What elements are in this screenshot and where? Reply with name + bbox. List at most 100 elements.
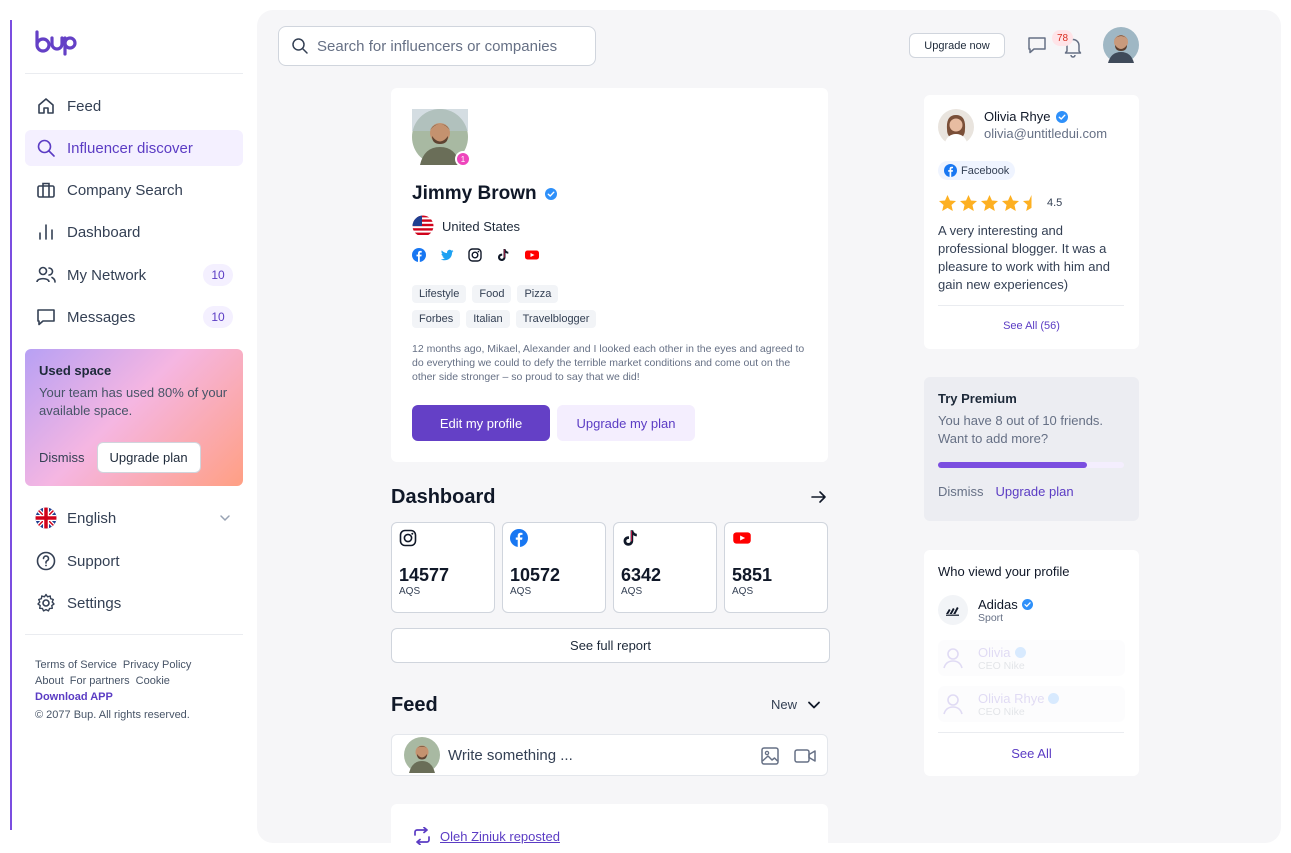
sidebar-item-label: Company Search xyxy=(67,181,183,199)
terms-link[interactable]: Terms of Service xyxy=(35,659,117,671)
sidebar-item-influencer-discover[interactable]: Influencer discover xyxy=(25,130,243,166)
arrow-right-icon[interactable] xyxy=(810,488,828,506)
repost-text: Oleh Ziniuk reposted xyxy=(440,828,560,844)
app-logo[interactable] xyxy=(35,30,79,56)
see-all-viewers-link[interactable]: See All xyxy=(924,746,1139,761)
rating-value: 4.5 xyxy=(1047,197,1063,209)
profile-name-text: Jimmy Brown xyxy=(412,183,537,204)
facebook-icon xyxy=(944,164,957,177)
cookie-link[interactable]: Cookie xyxy=(136,675,170,687)
repost-icon xyxy=(412,827,432,845)
reviewer-avatar[interactable] xyxy=(938,109,974,145)
chat-icon[interactable] xyxy=(1027,35,1047,55)
sidebar-item-label: Settings xyxy=(67,594,122,612)
stat-label: AQS xyxy=(621,586,643,597)
sidebar-accent-line xyxy=(10,20,12,830)
viewer-subtitle: Sport xyxy=(978,611,1004,624)
youtube-icon xyxy=(732,529,820,547)
verified-icon xyxy=(1021,598,1033,610)
twitter-icon[interactable] xyxy=(440,248,454,262)
avatar xyxy=(404,737,440,773)
stat-card-facebook[interactable]: 10572 AQS xyxy=(502,522,606,613)
upgrade-now-button[interactable]: Upgrade now xyxy=(909,33,1005,58)
messages-count-badge: 10 xyxy=(203,306,233,328)
edit-profile-button[interactable]: Edit my profile xyxy=(412,405,550,441)
profile-tag[interactable]: Forbes xyxy=(412,310,461,328)
social-links xyxy=(412,248,540,262)
try-premium-card: Try Premium You have 8 out of 10 friends… xyxy=(924,377,1139,521)
download-app-link[interactable]: Download APP xyxy=(35,691,113,703)
sidebar-item-support[interactable]: Support xyxy=(25,543,243,579)
gear-icon xyxy=(35,592,57,614)
profile-description: 12 months ago, Mikael, Alexander and I l… xyxy=(412,343,805,383)
stat-label: AQS xyxy=(510,586,532,597)
avatar-notification-badge: 1 xyxy=(455,151,471,167)
star-icon xyxy=(1001,194,1020,212)
about-link[interactable]: About xyxy=(35,675,64,687)
image-icon[interactable] xyxy=(760,746,780,766)
profile-tag[interactable]: Lifestyle xyxy=(412,285,467,303)
review-text: A very interesting and professional blog… xyxy=(938,223,1110,292)
progress-fill xyxy=(938,462,1087,468)
bup-logo-icon xyxy=(35,30,77,56)
profile-tag[interactable]: Food xyxy=(472,285,512,303)
partners-link[interactable]: For partners xyxy=(70,675,130,687)
see-all-reviews-link[interactable]: See All (56) xyxy=(924,320,1139,332)
viewer-name: Olivia xyxy=(978,644,1011,660)
stat-label: AQS xyxy=(399,586,421,597)
dismiss-button[interactable]: Dismiss xyxy=(938,484,984,499)
stat-value: 6342 xyxy=(621,565,662,585)
see-full-report-button[interactable]: See full report xyxy=(391,628,830,663)
write-post-input[interactable]: Write something ... xyxy=(391,734,828,776)
sidebar-item-label: Dashboard xyxy=(67,223,141,241)
upgrade-plan-button[interactable]: Upgrade plan xyxy=(96,442,201,473)
video-icon[interactable] xyxy=(794,746,816,766)
sidebar-item-dashboard[interactable]: Dashboard xyxy=(25,214,243,250)
viewer-item-locked: Olivia Rhye CEO Nike xyxy=(938,686,1125,722)
platform-label: Facebook xyxy=(961,164,1010,177)
feed-post-card: Oleh Ziniuk reposted xyxy=(391,804,828,849)
half-star-icon xyxy=(1022,194,1041,212)
sidebar-item-my-network[interactable]: My Network 10 xyxy=(25,257,243,293)
stat-card-youtube[interactable]: 5851 AQS xyxy=(724,522,828,613)
profile-tag[interactable]: Travelblogger xyxy=(515,310,597,328)
briefcase-icon xyxy=(35,179,57,201)
sidebar-item-settings[interactable]: Settings xyxy=(25,585,243,621)
upgrade-plan-link[interactable]: Upgrade plan xyxy=(996,484,1074,499)
user-placeholder-icon xyxy=(938,643,968,673)
upgrade-my-plan-button[interactable]: Upgrade my plan xyxy=(557,405,695,441)
profile-tag[interactable]: Pizza xyxy=(517,285,559,303)
adidas-logo-icon xyxy=(938,595,968,625)
profile-tag[interactable]: Italian xyxy=(466,310,510,328)
privacy-link[interactable]: Privacy Policy xyxy=(123,659,191,671)
stat-card-instagram[interactable]: 14577 AQS xyxy=(391,522,495,613)
viewer-name: Adidas xyxy=(978,596,1018,612)
repost-link[interactable]: Oleh Ziniuk reposted xyxy=(412,827,560,845)
dismiss-button[interactable]: Dismiss xyxy=(39,450,85,465)
used-space-title: Used space xyxy=(39,363,112,378)
star-icon xyxy=(938,194,957,212)
language-selector[interactable]: English xyxy=(25,500,243,536)
viewer-item[interactable]: Adidas Sport xyxy=(938,592,1125,628)
user-avatar[interactable] xyxy=(1103,27,1139,63)
stat-label: AQS xyxy=(732,586,754,597)
sidebar-divider xyxy=(25,634,243,635)
users-icon xyxy=(35,264,57,286)
home-icon xyxy=(35,95,57,117)
tiktok-icon[interactable] xyxy=(496,248,510,262)
used-space-card: Used space Your team has used 80% of you… xyxy=(25,349,243,486)
viewers-title: Who viewd your profile xyxy=(938,564,1070,579)
instagram-icon[interactable] xyxy=(468,248,482,262)
feed-sort-dropdown[interactable]: New xyxy=(771,697,821,712)
stat-card-tiktok[interactable]: 6342 AQS xyxy=(613,522,717,613)
sidebar-divider xyxy=(25,73,243,74)
review-card: Olivia Rhye olivia@untitledui.com Facebo… xyxy=(924,95,1139,349)
sidebar-item-messages[interactable]: Messages 10 xyxy=(25,299,243,335)
sidebar-item-feed[interactable]: Feed xyxy=(25,88,243,124)
sidebar-item-company-search[interactable]: Company Search xyxy=(25,172,243,208)
facebook-icon[interactable] xyxy=(412,248,426,262)
used-space-text: Your team has used 80% of your available… xyxy=(39,385,228,418)
youtube-icon[interactable] xyxy=(524,248,540,262)
sidebar-item-label: Feed xyxy=(67,97,102,115)
search-input[interactable]: Search for influencers or companies xyxy=(278,26,596,66)
